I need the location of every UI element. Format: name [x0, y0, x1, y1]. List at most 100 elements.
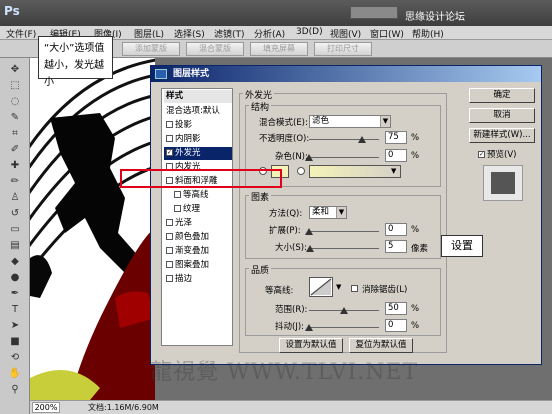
spread-slider[interactable]: [305, 224, 379, 235]
menu-view[interactable]: 视图(V): [330, 27, 361, 40]
eyedropper-tool-icon[interactable]: ✐: [8, 144, 22, 156]
spread-percent: %: [411, 225, 420, 235]
jitter-input[interactable]: 0: [385, 319, 407, 332]
size-slider[interactable]: [306, 241, 379, 252]
contour-picker[interactable]: [309, 277, 333, 297]
pen-tool-icon[interactable]: ✒: [8, 288, 22, 300]
texture-checkbox[interactable]: [174, 205, 181, 212]
menu-filter[interactable]: 滤镜(T): [214, 27, 245, 40]
dodge-tool-icon[interactable]: ●: [8, 272, 22, 284]
new-style-button[interactable]: 新建样式(W)...: [469, 128, 535, 143]
document-canvas[interactable]: [30, 58, 155, 400]
menu-analysis[interactable]: 分析(A): [254, 27, 285, 40]
opacity-input[interactable]: 75: [385, 131, 407, 144]
print-size-button[interactable]: 打印尺寸: [314, 42, 372, 56]
style-inner-shadow[interactable]: 内阴影: [164, 133, 232, 146]
jitter-slider-thumb[interactable]: [305, 324, 313, 331]
size-input[interactable]: 5: [385, 240, 407, 253]
reset-default-button[interactable]: 复位为默认值: [349, 338, 413, 353]
make-default-button[interactable]: 设置为默认值: [279, 338, 343, 353]
contour-checkbox[interactable]: [174, 191, 181, 198]
move-tool-icon[interactable]: ✥: [8, 64, 22, 76]
path-select-tool-icon[interactable]: ➤: [8, 320, 22, 332]
satin-label: 光泽: [175, 218, 193, 228]
menu-window[interactable]: 窗口(W): [370, 27, 404, 40]
noise-slider-thumb[interactable]: [305, 154, 313, 161]
stroke-checkbox[interactable]: [166, 275, 173, 282]
style-color-overlay[interactable]: 颜色叠加: [164, 231, 232, 244]
menu-select[interactable]: 选择(S): [174, 27, 205, 40]
style-pattern-overlay[interactable]: 图案叠加: [164, 259, 232, 272]
spread-slider-thumb[interactable]: [305, 228, 313, 235]
dialog-title-bar[interactable]: 图层样式: [151, 66, 541, 82]
shape-tool-icon[interactable]: ■: [8, 336, 22, 348]
noise-input[interactable]: 0: [385, 149, 407, 162]
opacity-slider-thumb[interactable]: [357, 136, 366, 143]
style-stroke[interactable]: 描边: [164, 273, 232, 286]
preview-toggle[interactable]: ✓ 预览(V): [478, 148, 516, 160]
blend-mask-button[interactable]: 混合蒙版: [186, 42, 244, 56]
healing-tool-icon[interactable]: ✚: [8, 160, 22, 172]
opacity-slider[interactable]: [309, 132, 379, 143]
drop-shadow-checkbox[interactable]: [166, 121, 173, 128]
crop-tool-icon[interactable]: ⌗: [8, 128, 22, 140]
styles-header[interactable]: 样式: [164, 90, 232, 103]
menu-3d[interactable]: 3D(D): [296, 27, 323, 37]
contour-label: 等高线: [183, 190, 209, 200]
range-slider[interactable]: [309, 303, 379, 314]
quick-select-tool-icon[interactable]: ✎: [8, 112, 22, 124]
glow-gradient-picker[interactable]: [309, 165, 401, 178]
noise-slider[interactable]: [305, 150, 379, 161]
style-texture[interactable]: 纹理: [164, 203, 232, 216]
range-input[interactable]: 50: [385, 302, 407, 315]
inner-shadow-checkbox[interactable]: [166, 135, 173, 142]
blend-mode-select[interactable]: 滤色 ▼: [309, 115, 391, 128]
outer-glow-label: 外发光: [175, 148, 201, 158]
gradient-radio[interactable]: [297, 167, 305, 175]
style-outer-glow[interactable]: ✓ 外发光: [164, 147, 232, 160]
type-tool-icon[interactable]: T: [8, 304, 22, 316]
hand-tool-icon[interactable]: ✋: [8, 368, 22, 380]
size-slider-thumb[interactable]: [306, 245, 315, 252]
style-satin[interactable]: 光泽: [164, 217, 232, 230]
color-overlay-checkbox[interactable]: [166, 233, 173, 240]
lasso-tool-icon[interactable]: ◌: [8, 96, 22, 108]
jitter-slider[interactable]: [305, 320, 379, 331]
workspace-switcher[interactable]: [350, 6, 398, 19]
spread-input[interactable]: 0: [385, 223, 407, 236]
eraser-tool-icon[interactable]: ▭: [8, 224, 22, 236]
method-select[interactable]: 柔和 ▼: [309, 206, 347, 219]
style-drop-shadow[interactable]: 投影: [164, 119, 232, 132]
add-mask-button[interactable]: 添加蒙版: [122, 42, 180, 56]
style-gradient-overlay[interactable]: 渐变叠加: [164, 245, 232, 258]
cancel-button[interactable]: 取消: [469, 108, 535, 123]
menu-layer[interactable]: 图层(L): [134, 27, 164, 40]
stamp-tool-icon[interactable]: ♙: [8, 192, 22, 204]
brush-tool-icon[interactable]: ✏: [8, 176, 22, 188]
fill-screen-button[interactable]: 填充屏幕: [250, 42, 308, 56]
range-slider-thumb[interactable]: [340, 307, 348, 314]
ok-button[interactable]: 确定: [469, 88, 535, 103]
pattern-overlay-checkbox[interactable]: [166, 261, 173, 268]
outer-glow-checkbox[interactable]: ✓: [166, 149, 173, 156]
menu-help[interactable]: 帮助(H): [412, 27, 444, 40]
blur-tool-icon[interactable]: ◆: [8, 256, 22, 268]
style-blending-options[interactable]: 混合选项:默认: [164, 105, 232, 118]
menu-file[interactable]: 文件(F): [6, 27, 36, 40]
contour-chevron-down-icon[interactable]: ▼: [336, 283, 341, 291]
gradient-tool-icon[interactable]: ▤: [8, 240, 22, 252]
gradient-overlay-checkbox[interactable]: [166, 247, 173, 254]
zoom-level-field[interactable]: 200%: [32, 402, 60, 413]
contour-curve-icon: [310, 278, 332, 296]
style-contour[interactable]: 等高线: [164, 189, 232, 202]
satin-checkbox[interactable]: [166, 219, 173, 226]
preview-checkbox[interactable]: ✓: [478, 151, 485, 158]
chevron-down-icon: ▼: [380, 116, 390, 127]
antialias-checkbox[interactable]: [351, 285, 358, 292]
zoom-tool-icon[interactable]: ⚲: [8, 384, 22, 396]
3d-rotate-tool-icon[interactable]: ⟲: [8, 352, 22, 364]
gradient-chevron-down-icon[interactable]: ▼: [391, 167, 396, 175]
history-brush-tool-icon[interactable]: ↺: [8, 208, 22, 220]
watermark: 龍視覺 WWW.TLVI.NET: [150, 360, 419, 385]
marquee-tool-icon[interactable]: ⬚: [8, 80, 22, 92]
